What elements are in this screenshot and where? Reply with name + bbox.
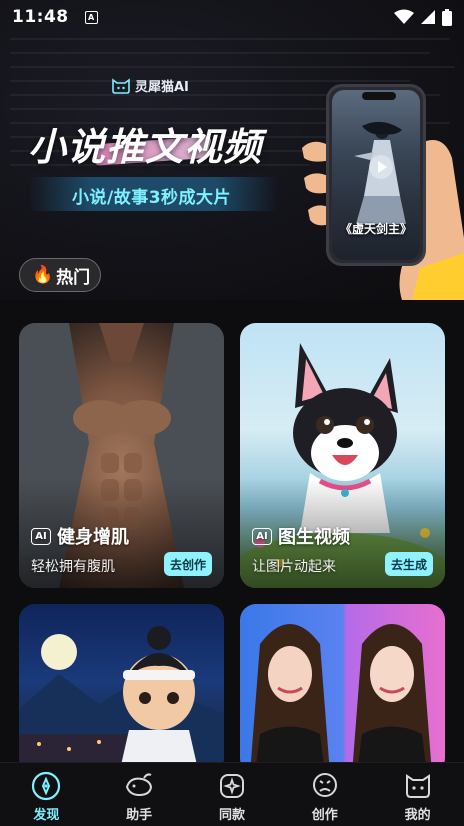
phone-video-caption: 《虚天剑主》 <box>339 222 412 236</box>
smile-bubble-icon <box>312 773 337 797</box>
ai-badge-icon: AI <box>31 527 51 545</box>
hot-chip-label: 热门 <box>56 267 91 288</box>
tab-label: 同款 <box>218 808 245 823</box>
card-title-row: AI 图生视频 <box>252 523 350 549</box>
feature-card-fitness[interactable]: AI 健身增肌 轻松拥有腹肌 去创作 <box>19 323 224 588</box>
brand-logo: 灵犀猫AI <box>111 76 189 95</box>
tab-same-style[interactable]: 同款 <box>192 771 272 823</box>
tab-discover[interactable]: 发现 <box>6 771 86 823</box>
brand-name: 灵犀猫AI <box>135 80 189 95</box>
status-indicators <box>394 8 452 26</box>
tab-label: 创作 <box>311 808 338 823</box>
phone-notch <box>362 92 396 100</box>
portrait-illustration <box>250 624 432 774</box>
tab-create[interactable]: 创作 <box>285 771 365 823</box>
tab-label: 我的 <box>404 808 431 823</box>
wifi-icon <box>394 9 414 24</box>
feature-card-cartoon[interactable] <box>19 604 224 774</box>
tab-assistant[interactable]: 助手 <box>99 771 179 823</box>
signal-icon <box>421 10 435 24</box>
cat-logo-icon <box>112 77 130 94</box>
card-title: 健身增肌 <box>57 527 129 548</box>
fire-icon: 🔥 <box>32 265 54 285</box>
tab-label: 助手 <box>126 808 153 823</box>
compass-icon <box>32 771 61 801</box>
cartoon-boy-illustration <box>19 626 224 774</box>
hero-banner[interactable]: 灵犀猫AI 小说推文视频 小说/故事3秒成大片 《虚天剑主》 <box>0 0 464 300</box>
hero-title: 小说推文视频 <box>28 125 263 169</box>
card-title: 图生视频 <box>278 527 350 548</box>
a-notification-icon: A <box>84 10 98 24</box>
bottom-tab-bar: 发现 助手 同款 创作 我的 <box>0 762 464 826</box>
generate-button[interactable]: 去生成 <box>384 552 433 576</box>
sparkle-box-icon <box>219 774 244 798</box>
feature-card-image-to-video[interactable]: AI 图生视频 让图片动起来 去生成 <box>240 323 445 588</box>
phone-mockup: 《虚天剑主》 <box>326 84 426 266</box>
phone-screen: 《虚天剑主》 <box>332 90 420 260</box>
status-bar: 11:48 A <box>0 0 464 34</box>
ai-badge-icon: AI <box>252 527 272 545</box>
status-time: 11:48 <box>12 7 69 27</box>
whale-icon <box>126 773 153 797</box>
play-icon <box>369 155 393 179</box>
create-button[interactable]: 去创作 <box>163 552 212 576</box>
tab-mine[interactable]: 我的 <box>378 771 458 823</box>
tab-label: 发现 <box>33 808 60 823</box>
card-description: 轻松拥有腹肌 <box>31 559 115 575</box>
card-title-row: AI 健身增肌 <box>31 523 129 549</box>
hot-category-chip[interactable]: 🔥 热门 <box>19 258 101 292</box>
battery-icon <box>442 8 452 26</box>
card-description: 让图片动起来 <box>252 559 336 575</box>
feature-card-portrait[interactable] <box>240 604 445 774</box>
cat-face-icon <box>405 774 430 798</box>
hero-subtitle: 小说/故事3秒成大片 <box>72 188 232 208</box>
